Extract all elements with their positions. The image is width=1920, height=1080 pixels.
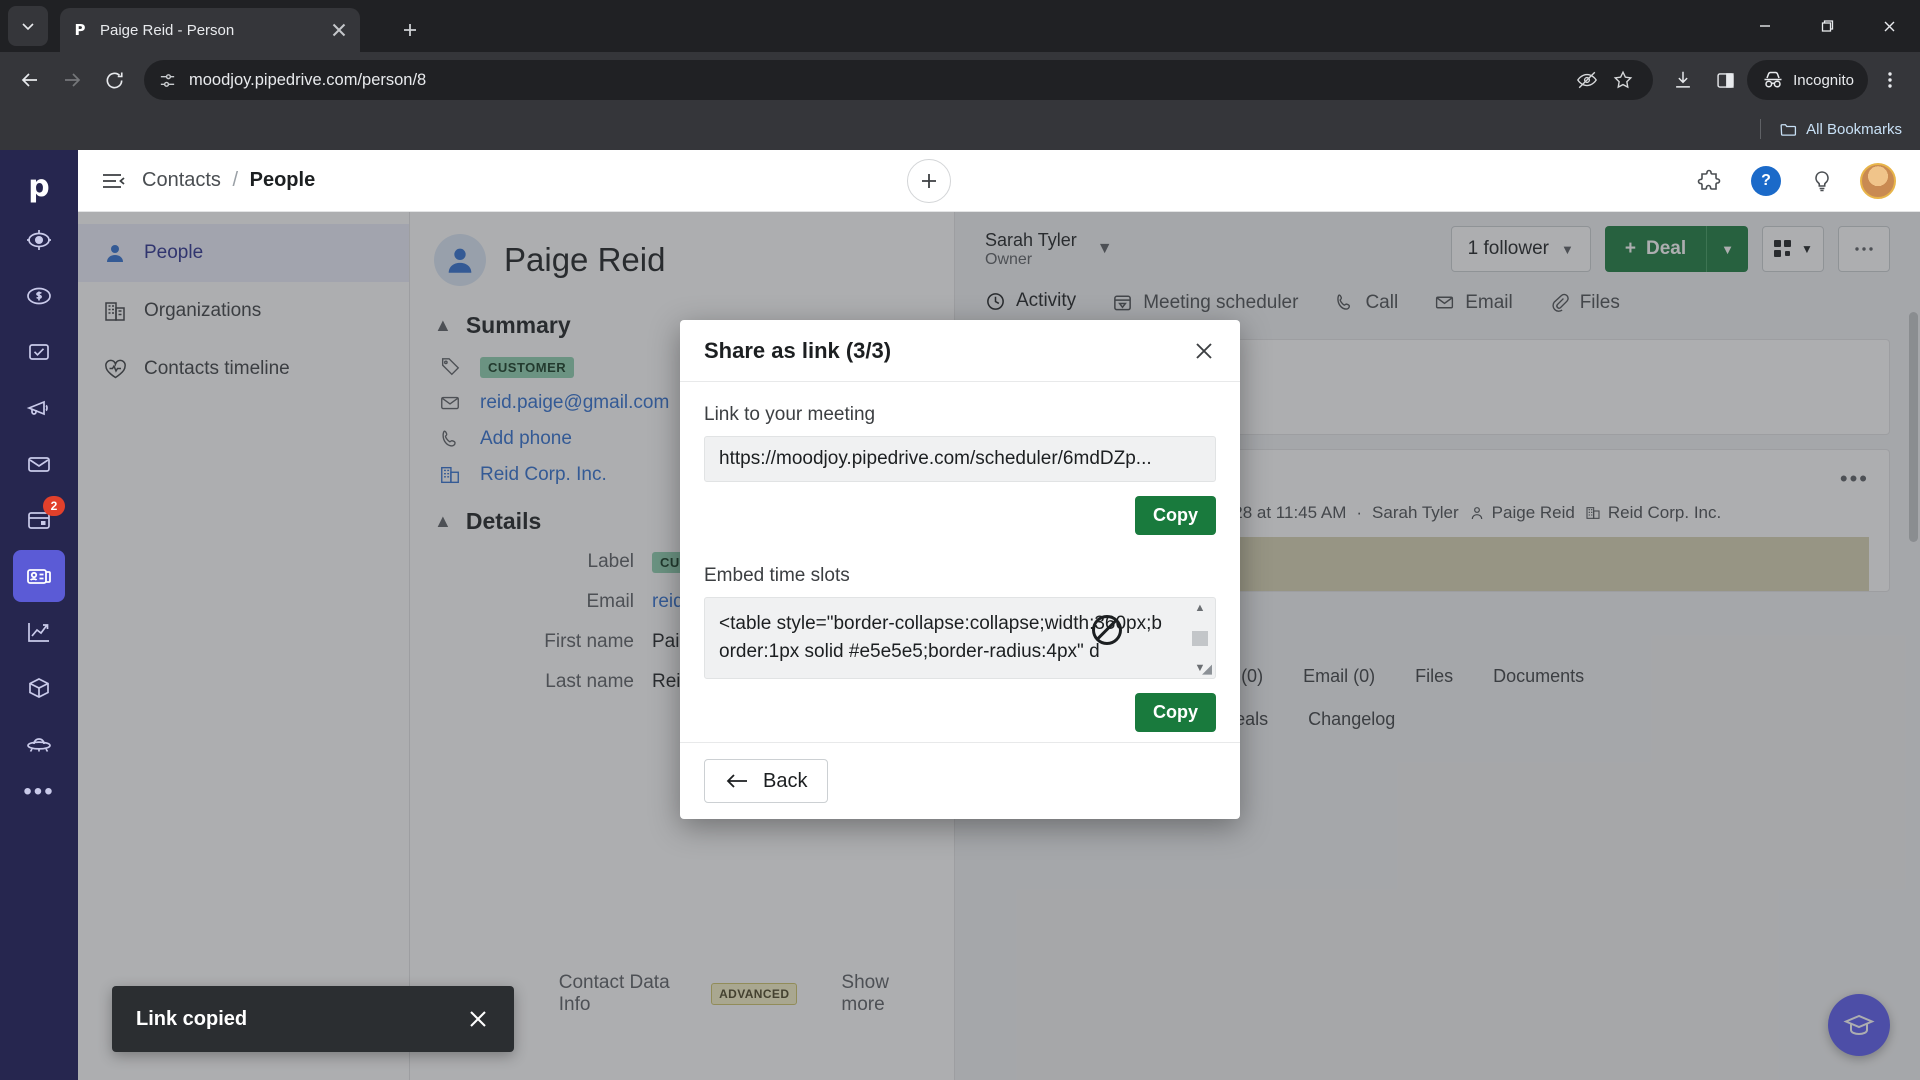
megaphone-icon: [26, 400, 48, 416]
all-bookmarks-button[interactable]: All Bookmarks: [1779, 120, 1902, 139]
omnibox-actions: [1571, 64, 1639, 96]
rail-item-leads[interactable]: [13, 214, 65, 266]
close-icon[interactable]: [466, 1007, 490, 1031]
bookmarks-bar: All Bookmarks: [0, 108, 1920, 150]
pipedrive-favicon-icon: P: [70, 20, 90, 40]
modal-header: Share as link (3/3): [680, 320, 1240, 382]
copy-embed-row: Copy: [704, 693, 1216, 732]
collapse-sidebar-icon[interactable]: [100, 168, 126, 194]
toast-message: Link copied: [136, 1007, 248, 1030]
envelope-icon: [28, 457, 50, 472]
box-icon: [29, 678, 49, 698]
side-panel-icon[interactable]: [1705, 60, 1745, 100]
link-field-label: Link to your meeting: [704, 404, 876, 425]
question-mark-icon: ?: [1751, 165, 1781, 196]
tab-search-button[interactable]: [8, 6, 48, 46]
window-controls: [1734, 0, 1920, 52]
close-icon[interactable]: [1192, 339, 1216, 363]
chevron-down-icon: [22, 23, 34, 31]
incognito-indicator[interactable]: Incognito: [1747, 60, 1868, 100]
embed-textarea-wrap: <table style="border-collapse:collapse;w…: [704, 597, 1216, 679]
folder-icon: [1780, 123, 1797, 136]
breadcrumb-current: People: [249, 169, 316, 191]
divider: [1760, 119, 1762, 139]
browser-tab[interactable]: P Paige Reid - Person: [60, 8, 360, 52]
tab-title: Paige Reid - Person: [100, 21, 235, 39]
reload-icon[interactable]: [94, 60, 134, 100]
rail-item-insights[interactable]: [13, 606, 65, 658]
breadcrumb-separator: /: [232, 169, 239, 191]
browser-toolbar: moodjoy.pipedrive.com/person/8 Incognito: [0, 52, 1920, 108]
embed-code-textarea[interactable]: <table style="border-collapse:collapse;w…: [704, 597, 1216, 679]
rail-item-calendar[interactable]: 2: [13, 494, 65, 546]
site-settings-icon[interactable]: [158, 71, 177, 90]
add-button[interactable]: [907, 158, 952, 203]
rail-item-deals[interactable]: [13, 270, 65, 322]
back-label: Back: [763, 769, 808, 792]
rail-item-marketplace[interactable]: [13, 718, 65, 770]
address-bar[interactable]: moodjoy.pipedrive.com/person/8: [144, 60, 1654, 100]
back-button[interactable]: Back: [704, 759, 829, 803]
back-icon[interactable]: [10, 60, 50, 100]
rail-item-more[interactable]: •••: [23, 780, 54, 804]
toast-notification: Link copied: [112, 986, 514, 1052]
embed-field-label: Embed time slots: [704, 565, 850, 586]
copy-link-row: Copy: [704, 496, 1216, 535]
copy-embed-button[interactable]: Copy: [1135, 693, 1216, 732]
calendar-badge: 2: [43, 496, 65, 516]
modal-title: Share as link (3/3): [704, 337, 892, 363]
downloads-icon[interactable]: [1663, 60, 1703, 100]
rail-item-campaigns[interactable]: [13, 382, 65, 434]
url-text: moodjoy.pipedrive.com/person/8: [189, 70, 427, 89]
checkbox-icon: [29, 344, 49, 360]
nav-rail: p 2 •••: [0, 150, 78, 1080]
scrollbar-thumb[interactable]: [1192, 630, 1208, 646]
copy-link-button[interactable]: Copy: [1135, 496, 1216, 535]
rail-item-activities[interactable]: [13, 326, 65, 378]
app-topbar: Contacts / People ?: [78, 150, 1920, 212]
modal-body: Link to your meeting https://moodjoy.pip…: [680, 382, 1240, 742]
ufo-icon: [27, 738, 51, 752]
breadcrumb: Contacts / People: [142, 169, 315, 192]
incognito-icon: [1764, 71, 1782, 88]
modal-footer: Back: [680, 742, 1240, 819]
screen: P Paige Reid - Person moodjoy.pipedrive.…: [0, 0, 1920, 1080]
rail-item-mail[interactable]: [13, 438, 65, 490]
close-window-icon[interactable]: [1858, 0, 1920, 52]
incognito-label: Incognito: [1793, 71, 1854, 89]
rail-item-contacts[interactable]: [13, 550, 65, 602]
dollar-circle-icon: [27, 287, 51, 305]
all-bookmarks-label: All Bookmarks: [1806, 120, 1902, 138]
target-icon: [27, 230, 51, 250]
help-button[interactable]: ?: [1746, 161, 1786, 201]
no-drop-cursor-icon: [1092, 615, 1122, 645]
tips-lightbulb-icon[interactable]: [1802, 161, 1842, 201]
rail-item-products[interactable]: [13, 662, 65, 714]
resize-grip-icon[interactable]: ◢: [1202, 661, 1212, 677]
pipedrive-logo-icon[interactable]: p: [15, 162, 63, 210]
user-avatar-button[interactable]: [1858, 161, 1898, 201]
bookmark-star-icon[interactable]: [1607, 64, 1639, 96]
maximize-icon[interactable]: [1796, 0, 1858, 52]
forward-icon[interactable]: [52, 60, 92, 100]
new-tab-button[interactable]: [396, 16, 424, 44]
avatar: [1860, 162, 1896, 199]
contact-card-icon: [27, 569, 51, 584]
apps-puzzle-icon[interactable]: [1690, 161, 1730, 201]
close-icon[interactable]: [328, 19, 350, 41]
browser-tab-strip: P Paige Reid - Person: [0, 0, 1920, 52]
arrow-left-icon: [726, 774, 747, 788]
chrome-menu-icon[interactable]: [1870, 60, 1910, 100]
meeting-link-input[interactable]: https://moodjoy.pipedrive.com/scheduler/…: [704, 436, 1216, 482]
minimize-icon[interactable]: [1734, 0, 1796, 52]
scroll-up-icon[interactable]: ▲: [1195, 602, 1206, 614]
share-as-link-modal: Share as link (3/3) Link to your meeting…: [680, 320, 1240, 819]
eye-off-icon[interactable]: [1571, 64, 1603, 96]
pipedrive-app: p 2 ••• Contacts / People ? People Organ…: [0, 150, 1920, 1080]
breadcrumb-root[interactable]: Contacts: [142, 169, 221, 191]
chart-line-icon: [28, 623, 49, 642]
